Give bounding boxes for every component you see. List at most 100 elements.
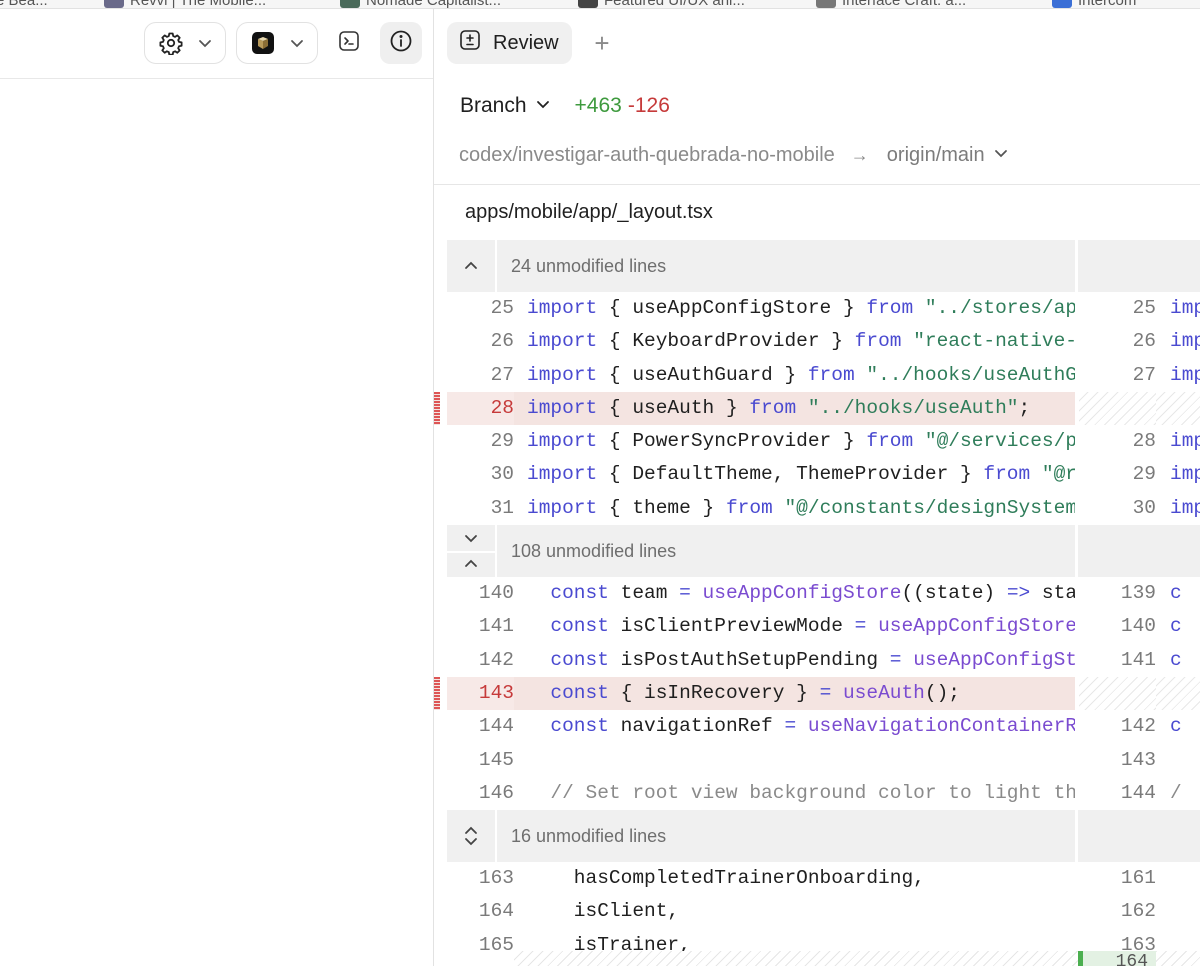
bookmark-item[interactable]: Featured UI/UX ani... [578, 0, 745, 8]
collapsed-hunk: 16 unmodified lines [434, 810, 1200, 863]
old-line-number: 163 [478, 867, 514, 890]
chevron-down-icon[interactable] [993, 144, 1009, 167]
chevron-down-icon[interactable] [462, 529, 480, 547]
unmodified-lines-label: 108 unmodified lines [511, 541, 677, 562]
new-line-number: 28 [1132, 430, 1156, 453]
app-selector-dropdown[interactable] [236, 22, 318, 64]
diff-line: 142 const isPostAuthSetupPending = useAp… [434, 644, 1200, 677]
bookmarks-bar: e Bea... Revvi | The Mobile... Nomade Ca… [0, 0, 1200, 9]
gear-icon [159, 31, 183, 55]
code-right [1156, 895, 1200, 928]
bookmark-item[interactable]: e Bea... [0, 0, 48, 8]
code-left: const { isInRecovery } = useAuth(); [514, 676, 1075, 711]
unmodified-lines-label: 16 unmodified lines [511, 826, 667, 847]
deleted-line: 143 const { isInRecovery } = useAuth(); [434, 676, 1200, 711]
code-right: c [1170, 715, 1182, 738]
expand-up-button[interactable] [447, 240, 497, 292]
code-right [1156, 862, 1200, 895]
code-right: imp [1170, 330, 1200, 353]
old-line-number: 140 [478, 582, 514, 605]
diff-view: 24 unmodified lines 25 import { useAppCo… [434, 240, 1200, 962]
code-left: import { useAppConfigStore } from "../st… [527, 297, 1075, 319]
diff-line: 140 const team = useAppConfigStore((stat… [434, 577, 1200, 610]
diff-line: 144 const navigationRef = useNavigationC… [434, 710, 1200, 743]
bookmark-item[interactable]: Revvi | The Mobile... [104, 0, 266, 8]
code-right [1156, 676, 1200, 711]
unmodified-lines-label: 24 unmodified lines [511, 256, 667, 276]
expand-all-button[interactable] [447, 810, 497, 863]
code-left: isClient, [527, 900, 680, 923]
old-line-number: 28 [447, 391, 514, 426]
code-right: imp [1170, 463, 1200, 486]
code-left: const team = useAppConfigStore((state) =… [550, 582, 1075, 605]
info-button[interactable] [380, 22, 422, 64]
chevron-down-icon[interactable] [535, 94, 551, 118]
code-left: import { KeyboardProvider } from "react-… [527, 330, 1075, 353]
old-line-number: 165 [478, 933, 514, 956]
old-line-number: 25 [490, 297, 514, 319]
code-left: hasCompletedTrainerOnboarding, [527, 867, 925, 890]
expand-buttons[interactable] [447, 525, 497, 578]
diff-line: 30 import { DefaultTheme, ThemeProvider … [434, 458, 1200, 491]
collapsed-hunk: 108 unmodified lines [434, 525, 1200, 578]
bookmark-favicon [104, 0, 124, 8]
code-left [514, 744, 1075, 777]
new-line-number: 143 [1120, 748, 1156, 771]
hunk-bar-right [1078, 810, 1200, 863]
review-pane: Review + Branch +463 -126 codex/investig… [434, 9, 1200, 966]
old-line-number: 144 [478, 715, 514, 738]
branch-dropdown-label[interactable]: Branch [460, 94, 527, 118]
code-right [1156, 744, 1200, 777]
old-line-number: 29 [490, 430, 514, 453]
new-line-number: 25 [1132, 297, 1156, 319]
terminal-button[interactable] [328, 22, 370, 64]
chevron-down-icon [197, 35, 213, 51]
collapsed-hunk: 24 unmodified lines [434, 240, 1200, 292]
lines-removed-count: -126 [627, 94, 670, 117]
code-right: c [1170, 615, 1182, 638]
settings-dropdown[interactable] [144, 22, 226, 64]
code-right [1156, 391, 1200, 426]
code-right: imp [1170, 297, 1200, 319]
bookmark-item[interactable]: Interface Craft: a... [816, 0, 966, 8]
added-line-number: 164 [1078, 951, 1156, 966]
target-branch-dropdown[interactable]: origin/main [887, 144, 985, 167]
new-line-number: 161 [1120, 867, 1156, 890]
bookmark-item[interactable]: Nomade Capitalist... [340, 0, 501, 8]
code-left: import { PowerSyncProvider } from "@/ser… [527, 430, 1075, 453]
diff-line: 163 hasCompletedTrainerOnboarding, 161 [434, 862, 1200, 895]
hunk-bar-right [1078, 525, 1200, 578]
arrow-right-icon: → [850, 145, 869, 165]
info-icon [389, 29, 413, 58]
old-line-number: 27 [490, 363, 514, 386]
add-tab-button[interactable]: + [591, 29, 613, 57]
source-branch: codex/investigar-auth-quebrada-no-mobile [459, 144, 835, 166]
chevron-down-icon [289, 35, 305, 51]
lines-added-count: +463 [574, 94, 622, 117]
terminal-icon [338, 30, 360, 57]
header-divider [434, 184, 1200, 185]
deleted-line: 28 import { useAuth } from "../hooks/use… [434, 391, 1200, 426]
old-line-number: 146 [478, 781, 514, 804]
new-line-number: 142 [1120, 715, 1156, 738]
bookmark-item[interactable]: Intercom [1052, 0, 1136, 8]
old-line-number: 145 [478, 748, 514, 771]
new-line-number: 140 [1120, 615, 1156, 638]
left-pane [0, 9, 433, 966]
new-line-number: 139 [1120, 582, 1156, 605]
code-right: imp [1170, 363, 1200, 386]
code-right: imp [1170, 430, 1200, 453]
old-line-number: 164 [478, 900, 514, 923]
chevron-up-icon[interactable] [462, 555, 480, 573]
code-left: import { DefaultTheme, ThemeProvider } f… [527, 463, 1075, 486]
code-right: / [1170, 781, 1182, 804]
diff-line: 141 const isClientPreviewMode = useAppCo… [434, 610, 1200, 643]
new-line-number: 29 [1132, 463, 1156, 486]
hunk-bar-right [1078, 240, 1200, 292]
old-line-number: 141 [478, 615, 514, 638]
bookmark-favicon [340, 0, 360, 8]
bookmark-favicon [1052, 0, 1072, 8]
code-right: imp [1170, 496, 1200, 519]
chevron-up-icon [465, 261, 477, 269]
tab-review[interactable]: Review [447, 22, 572, 64]
